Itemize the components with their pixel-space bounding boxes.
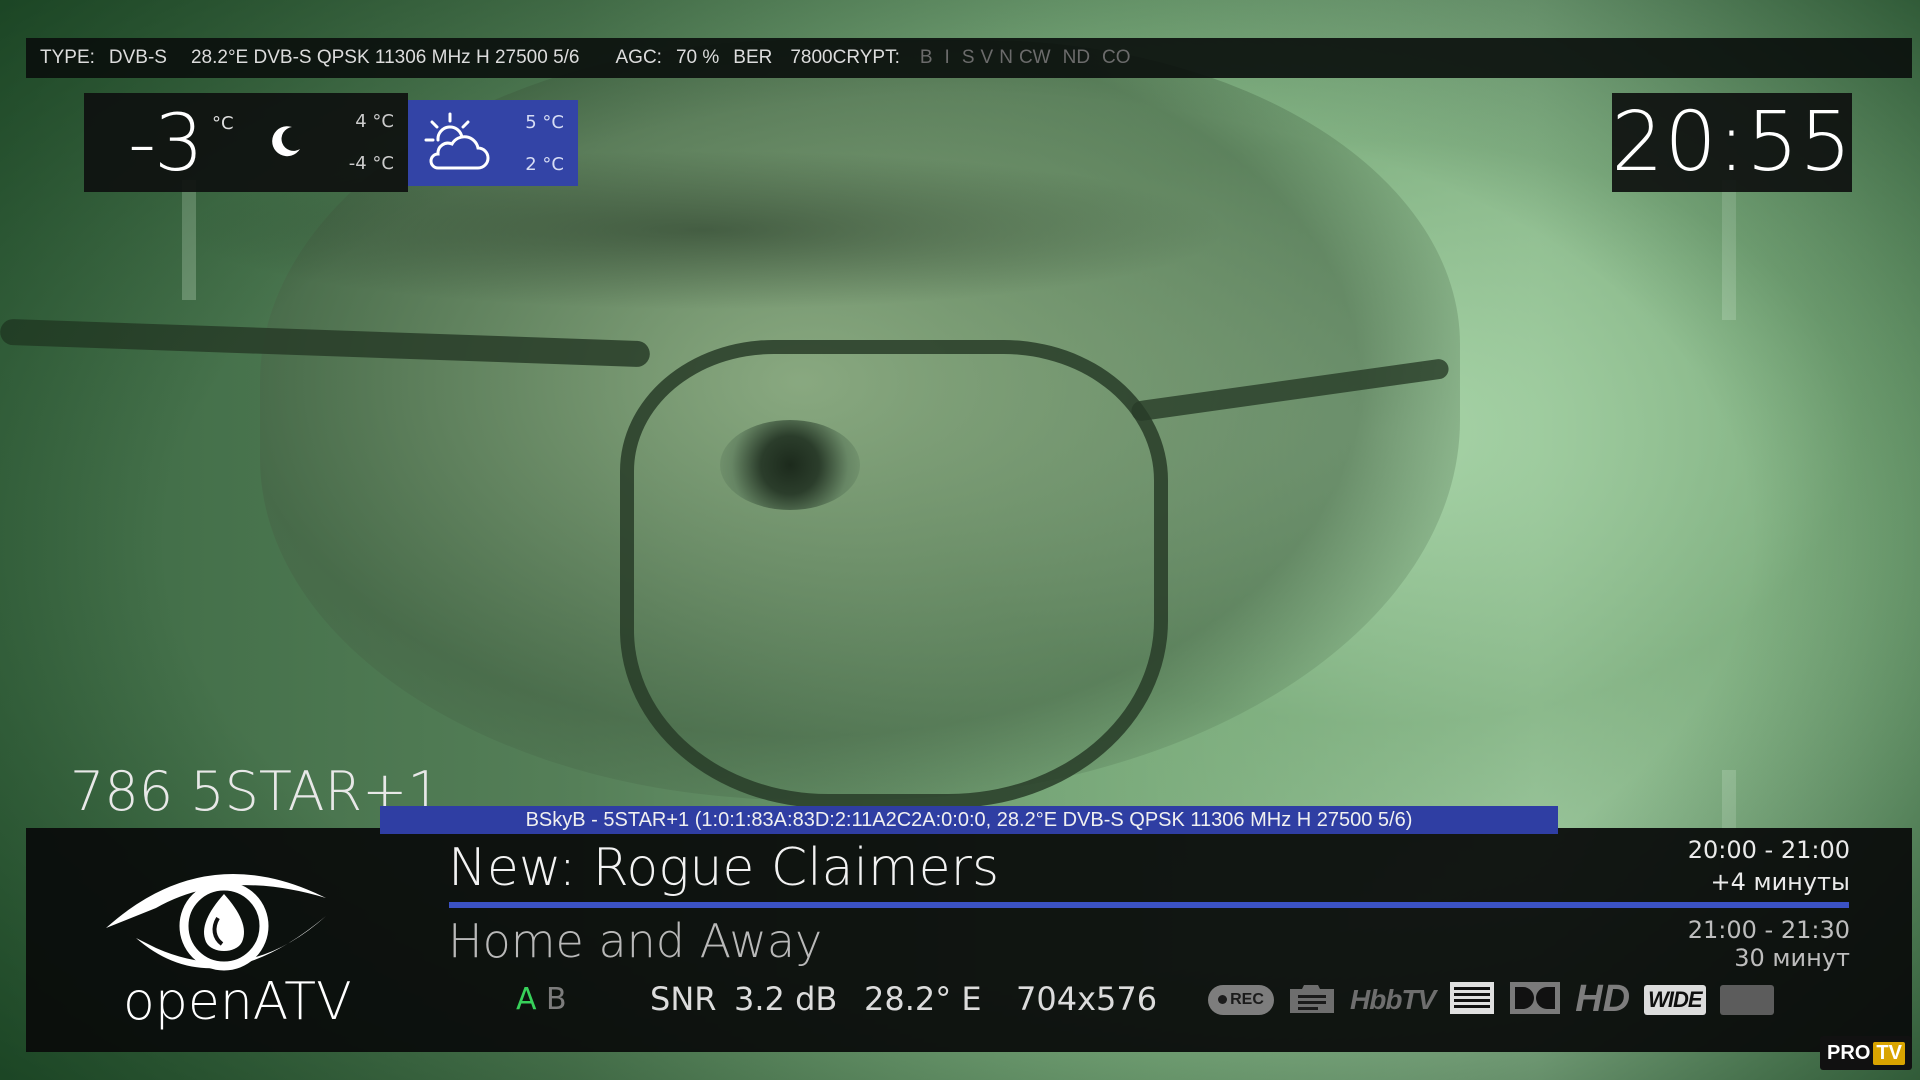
crypt-flag: S [961,47,975,68]
current-temperature: -3 [128,99,204,189]
epg-now-time: 20:00 - 21:00 [1687,836,1850,864]
dolby-icon [1509,981,1561,1019]
signal-type-value: DVB-S [108,47,167,68]
service-reference: BSkyB - 5STAR+1 (1:0:1:83A:83D:2:11A2C2A… [525,808,1413,831]
hd-icon: HD [1575,978,1630,1021]
snr-value: 3.2 dB [734,980,838,1018]
signal-agc-label: AGC: [615,47,662,68]
epg-next-duration: 30 минут [1734,944,1850,972]
epg-progress-bar [449,902,1849,908]
tuner-a-indicator: A [516,982,537,1017]
today-low: -4 °C [348,153,394,174]
crypt-flag: CO [1102,47,1131,68]
epg-next-time: 21:00 - 21:30 [1687,916,1850,944]
signal-type-label: TYPE: [40,47,95,68]
protv-watermark: PRO TV [1820,1036,1912,1070]
openatv-logo-text: openATV [123,972,352,1032]
hd-label: HD [1575,978,1631,1020]
snr-label: SNR [650,980,717,1018]
watermark-pro: PRO [1827,1041,1871,1064]
hbbtv-icon: HbbTV [1350,983,1436,1016]
rec-label: REC [1230,990,1264,1008]
crypt-flag: I [944,47,950,68]
epg-progress-fill [449,902,1849,908]
weather-forecast: 5 °C 2 °C [408,100,578,186]
service-flags: REC HbbTV HD WIDE [1208,978,1774,1021]
infobar: openATV New: Rogue Claimers Home and Awa… [26,828,1912,1052]
crypt-flag: CW [1018,47,1051,68]
orbital-position: 28.2° E [864,980,982,1018]
epg-now-title: New: Rogue Claimers [448,838,1000,898]
signal-ber-label: BER [733,47,773,68]
signal-agc-value: 70 % [675,47,720,68]
signal-info-bar: TYPE: DVB-S 28.2°E DVB-S QPSK 11306 MHz … [26,38,1912,78]
subtitle-icon [1288,981,1336,1019]
signal-crypt-label: CRYPT: [832,47,900,68]
partly-cloudy-icon [420,110,498,180]
wide-label: WIDE [1648,986,1702,1012]
widescreen-icon: WIDE [1644,984,1706,1015]
video-resolution: 704x576 [1016,980,1158,1018]
forecast-low: 2 °C [525,154,564,175]
crypt-flag: ND [1062,47,1091,68]
watermark-tv: TV [1873,1041,1905,1065]
service-info-strip: BSkyB - 5STAR+1 (1:0:1:83A:83D:2:11A2C2A… [380,806,1558,834]
format-icon [1719,984,1774,1015]
tuner-b-indicator: B [546,982,567,1017]
hbbtv-label: HbbTV [1350,983,1436,1015]
today-high: 4 °C [355,111,394,132]
clock: 20:55 [1611,93,1853,192]
signal-transponder: 28.2°E DVB-S QPSK 11306 MHz H 27500 5/6 [190,47,580,68]
forecast-high: 5 °C [525,112,564,133]
epg-now-remaining: +4 минуты [1710,868,1850,896]
crypt-flag: V [980,47,994,68]
crypt-flag: N [999,47,1013,68]
temperature-unit: °C [212,113,234,134]
crypt-flag: B [919,47,933,68]
epg-next-title: Home and Away [448,914,823,968]
weather-widget: -3 °C 4 °C -4 °C [84,93,408,192]
rec-icon: REC [1208,984,1274,1015]
signal-ber-value: 7800 [790,47,833,68]
moon-icon [266,121,306,165]
teletext-icon [1449,981,1495,1019]
